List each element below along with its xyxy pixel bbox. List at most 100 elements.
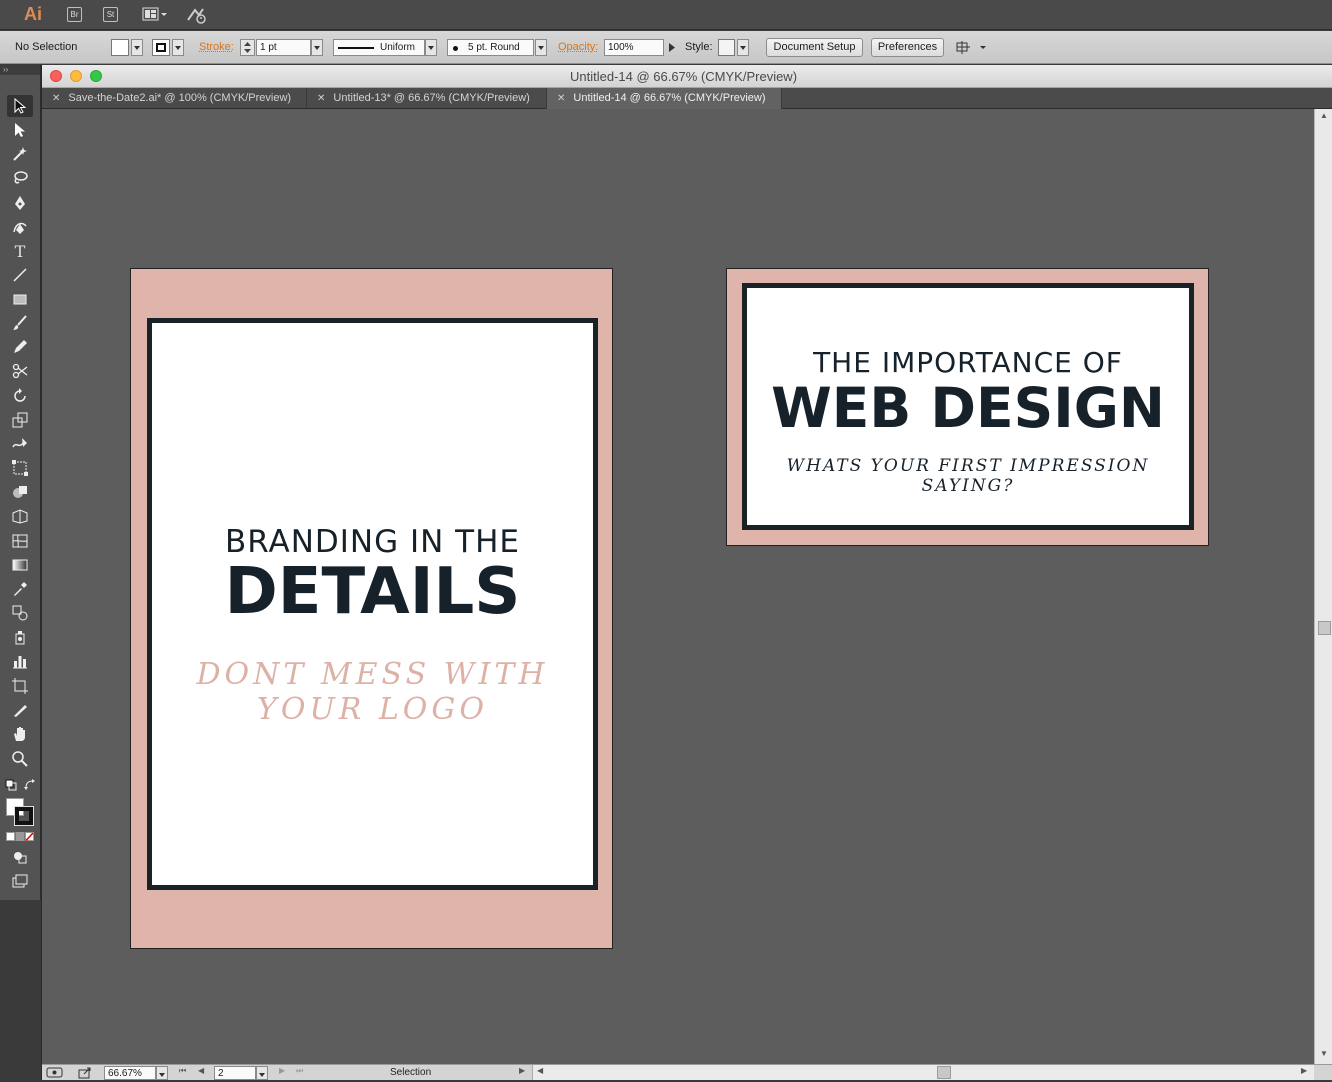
paintbrush-tool-icon[interactable]	[7, 312, 33, 334]
stroke-color-dropdown[interactable]	[172, 39, 184, 56]
stroke-weight-dropdown[interactable]	[311, 39, 323, 56]
column-graph-tool-icon[interactable]	[7, 650, 33, 672]
scroll-right-icon[interactable]: ▶	[1301, 1066, 1307, 1075]
arrange-documents-icon[interactable]	[142, 6, 168, 22]
stroke-weight-field[interactable]: 1 pt	[256, 39, 311, 56]
headline-line2: WEB DESIGN	[771, 376, 1165, 440]
brush-field[interactable]: 5 pt. Round	[447, 39, 534, 56]
style-dropdown[interactable]	[737, 39, 749, 56]
drawing-modes-icon[interactable]	[7, 847, 33, 867]
vertical-scroll-thumb[interactable]	[1318, 621, 1331, 635]
hand-tool-icon[interactable]	[7, 723, 33, 745]
blend-tool-icon[interactable]	[7, 602, 33, 624]
align-options-icon[interactable]	[955, 39, 989, 56]
line-segment-tool-icon[interactable]	[7, 264, 33, 286]
gradient-tool-icon[interactable]	[7, 554, 33, 576]
artboard-web-design[interactable]: THE IMPORTANCE OF WEB DESIGN WHATS YOUR …	[726, 268, 1209, 546]
tools-panel: ›› T	[0, 65, 41, 900]
shape-builder-tool-icon[interactable]	[7, 481, 33, 503]
artboard-tool-icon[interactable]	[7, 675, 33, 697]
scroll-down-icon[interactable]: ▼	[1320, 1049, 1328, 1058]
stroke-profile-dropdown[interactable]	[425, 39, 437, 56]
fill-dropdown[interactable]	[131, 39, 143, 56]
tab-untitled-13[interactable]: ✕ Untitled-13* @ 66.67% (CMYK/Preview)	[307, 88, 547, 109]
rectangle-tool-icon[interactable]	[7, 288, 33, 310]
app-logo: Ai	[24, 4, 42, 24]
gpu-performance-icon[interactable]	[186, 6, 208, 24]
tab-untitled-14[interactable]: ✕ Untitled-14 @ 66.67% (CMYK/Preview)	[547, 88, 782, 109]
zoom-level-dropdown[interactable]	[156, 1066, 168, 1080]
type-tool-icon[interactable]: T	[7, 240, 33, 262]
symbol-sprayer-tool-icon[interactable]	[7, 626, 33, 648]
scissors-tool-icon[interactable]	[7, 360, 33, 382]
horizontal-scrollbar[interactable]: ◀ ▶	[532, 1065, 1314, 1080]
artboard-frame: THE IMPORTANCE OF WEB DESIGN WHATS YOUR …	[742, 283, 1194, 530]
previous-artboard-icon[interactable]: ◀	[198, 1066, 204, 1075]
horizontal-scroll-thumb[interactable]	[937, 1066, 951, 1079]
stroke-label[interactable]: Stroke:	[199, 41, 234, 53]
scale-tool-icon[interactable]	[7, 409, 33, 431]
tab-label: Untitled-14 @ 66.67% (CMYK/Preview)	[573, 92, 766, 104]
application-bar: Ai Br St	[0, 0, 1332, 30]
selection-tool-icon[interactable]	[7, 95, 33, 117]
warp-tool-icon[interactable]	[7, 433, 33, 455]
stock-button[interactable]: St	[103, 7, 118, 22]
default-colors-icon[interactable]	[5, 779, 17, 791]
tab-save-the-date[interactable]: ✕ Save-the-Date2.ai* @ 100% (CMYK/Preview…	[42, 88, 307, 109]
rotate-tool-icon[interactable]	[7, 385, 33, 407]
opacity-arrow-icon[interactable]	[666, 40, 678, 55]
document-window: Untitled-14 @ 66.67% (CMYK/Preview) ✕ Sav…	[41, 65, 1332, 1080]
next-artboard-icon[interactable]: ▶	[279, 1066, 285, 1075]
headline-line2: DETAILS	[224, 555, 521, 629]
document-title: Untitled-14 @ 66.67% (CMYK/Preview)	[569, 69, 798, 84]
status-menu-arrow-icon[interactable]: ▶	[519, 1066, 525, 1075]
close-tab-icon[interactable]: ✕	[317, 93, 325, 104]
first-artboard-icon[interactable]: ⏮	[179, 1066, 186, 1076]
mesh-tool-icon[interactable]	[7, 530, 33, 552]
perspective-grid-tool-icon[interactable]	[7, 505, 33, 527]
slice-tool-icon[interactable]	[7, 699, 33, 721]
color-mode-icon[interactable]	[6, 832, 34, 842]
direct-selection-tool-icon[interactable]	[7, 119, 33, 141]
script-tagline: DONT MESS WITH YOUR LOGO	[196, 657, 549, 727]
preferences-button[interactable]: Preferences	[871, 38, 944, 57]
brush-dropdown[interactable]	[535, 39, 547, 56]
bridge-button[interactable]: Br	[67, 7, 82, 22]
curvature-tool-icon[interactable]	[7, 216, 33, 238]
swap-colors-icon[interactable]	[24, 779, 36, 791]
free-transform-tool-icon[interactable]	[7, 457, 33, 479]
pencil-tool-icon[interactable]	[7, 336, 33, 358]
artboard-branding[interactable]: BRANDING IN THE DETAILS DONT MESS WITH Y…	[130, 268, 613, 949]
lasso-tool-icon[interactable]	[7, 167, 33, 189]
zoom-tool-icon[interactable]	[7, 748, 33, 770]
document-setup-button[interactable]: Document Setup	[766, 38, 863, 57]
panel-grip[interactable]: ››	[0, 65, 40, 75]
fill-swatch[interactable]	[111, 39, 129, 56]
screen-mode-icon[interactable]	[7, 871, 33, 891]
stroke-weight-stepper[interactable]	[240, 39, 255, 56]
last-artboard-icon[interactable]: ⏭	[296, 1066, 303, 1076]
artboard-number-field[interactable]: 2	[214, 1066, 256, 1080]
opacity-label[interactable]: Opacity:	[558, 41, 598, 53]
style-swatch[interactable]	[718, 39, 735, 56]
window-titlebar[interactable]: Untitled-14 @ 66.67% (CMYK/Preview)	[42, 65, 1332, 88]
scroll-up-icon[interactable]: ▲	[1320, 111, 1328, 120]
script-tagline: WHATS YOUR FIRST IMPRESSION SAYING?	[786, 456, 1150, 496]
artboard-number-dropdown[interactable]	[256, 1066, 268, 1080]
magic-wand-tool-icon[interactable]	[7, 143, 33, 165]
vertical-scrollbar[interactable]: ▲ ▼	[1314, 109, 1332, 1064]
zoom-level-field[interactable]: 66.67%	[104, 1066, 156, 1080]
close-tab-icon[interactable]: ✕	[557, 93, 565, 104]
current-tool-status[interactable]: Selection	[390, 1067, 431, 1078]
stroke-swatch[interactable]	[152, 39, 170, 56]
pen-tool-icon[interactable]	[7, 192, 33, 214]
status-bar: 66.67% ⏮ ◀ 2 ▶ ⏭ Selection ▶ ◀ ▶	[42, 1064, 1332, 1080]
gpu-preview-icon[interactable]	[46, 1066, 66, 1079]
close-tab-icon[interactable]: ✕	[52, 93, 60, 104]
stroke-color-icon[interactable]	[14, 806, 34, 826]
eyedropper-tool-icon[interactable]	[7, 578, 33, 600]
opacity-field[interactable]: 100%	[604, 39, 664, 56]
scroll-left-icon[interactable]: ◀	[537, 1066, 543, 1075]
canvas-pasteboard[interactable]: BRANDING IN THE DETAILS DONT MESS WITH Y…	[42, 109, 1314, 1064]
share-icon[interactable]	[78, 1066, 92, 1079]
